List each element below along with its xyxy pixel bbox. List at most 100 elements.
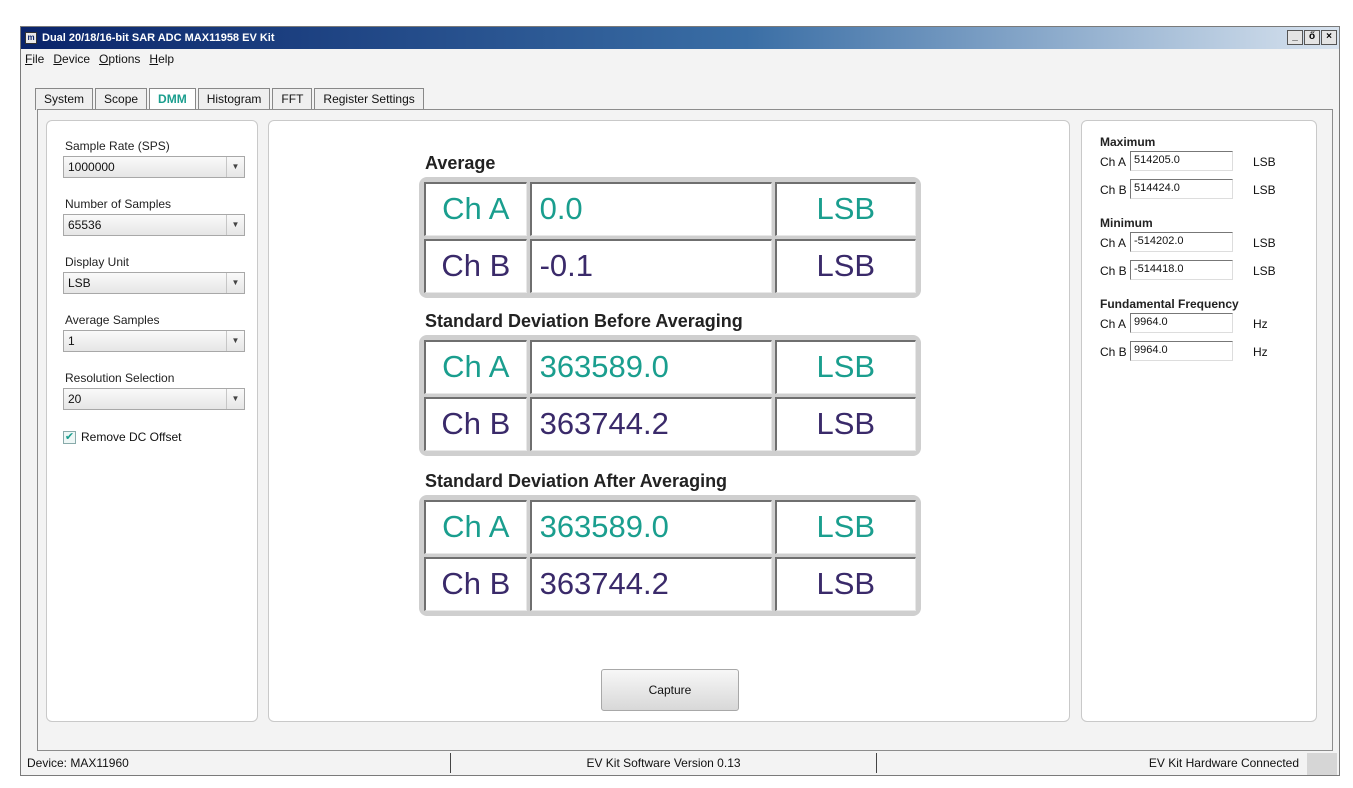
channel-label: Ch B	[1100, 345, 1127, 359]
window-controls: _ ő ×	[1287, 30, 1337, 45]
capture-button[interactable]: Capture	[601, 669, 739, 711]
app-window: m Dual 20/18/16-bit SAR ADC MAX11958 EV …	[20, 26, 1340, 776]
menu-file[interactable]: File	[25, 52, 44, 66]
status-version: EV Kit Software Version 0.13	[451, 753, 877, 773]
display-unit-select[interactable]: LSB ▼	[63, 272, 245, 294]
fundamental-value-chb[interactable]: 9964.0	[1130, 341, 1233, 361]
maximum-title: Maximum	[1100, 135, 1156, 149]
num-samples-value: 65536	[68, 218, 102, 232]
channel-label: Ch B	[424, 239, 527, 293]
average-row-chb: Ch B -0.1 LSB	[424, 239, 916, 293]
unit-label: LSB	[1253, 264, 1276, 278]
unit-label: LSB	[774, 500, 916, 554]
num-samples-label: Number of Samples	[65, 197, 172, 211]
num-samples-select[interactable]: 65536 ▼	[63, 214, 245, 236]
remove-dc-offset-checkbox[interactable]: ✔	[63, 430, 76, 444]
fundamental-row-cha: Ch A 9964.0 Hz	[1100, 313, 1310, 335]
minimum-title: Minimum	[1100, 216, 1153, 230]
minimum-row-cha: Ch A -514202.0 LSB	[1100, 232, 1310, 254]
std-before-row-chb: Ch B 363744.2 LSB	[424, 397, 916, 451]
channel-label: Ch A	[424, 500, 527, 554]
maximum-value-chb[interactable]: 514424.0	[1130, 179, 1233, 199]
unit-label: LSB	[1253, 155, 1276, 169]
tab-system[interactable]: System	[35, 88, 94, 110]
channel-label: Ch A	[1100, 236, 1127, 250]
resize-grip[interactable]	[1307, 753, 1337, 775]
average-value-chb: -0.1	[529, 239, 772, 293]
minimize-button[interactable]: _	[1287, 30, 1303, 45]
average-title: Average	[425, 153, 496, 173]
resolution-select[interactable]: 20 ▼	[63, 388, 245, 410]
remove-dc-offset-label: Remove DC Offset	[81, 430, 182, 444]
chevron-down-icon: ▼	[226, 215, 244, 235]
average-box: Ch A 0.0 LSB Ch B -0.1 LSB	[419, 177, 921, 298]
stats-panel: Maximum Ch A 514205.0 LSB Ch B 514424.0 …	[1081, 120, 1317, 722]
channel-label: Ch A	[424, 340, 527, 394]
channel-label: Ch B	[1100, 183, 1127, 197]
tab-register-settings[interactable]: Register Settings	[314, 88, 424, 110]
display-unit-label: Display Unit	[65, 255, 130, 269]
minimum-row-chb: Ch B -514418.0 LSB	[1100, 260, 1310, 282]
average-value-cha: 0.0	[529, 182, 772, 236]
average-samples-label: Average Samples	[65, 313, 160, 327]
unit-label: LSB	[774, 182, 916, 236]
tab-strip: System Scope DMM Histogram FFT Register …	[35, 88, 424, 111]
chevron-down-icon: ▼	[226, 389, 244, 409]
std-before-title: Standard Deviation Before Averaging	[425, 311, 743, 331]
app-logo-icon: m	[25, 32, 37, 44]
channel-label: Ch B	[1100, 264, 1127, 278]
channel-label: Ch B	[424, 557, 527, 611]
channel-label: Ch A	[1100, 317, 1127, 331]
channel-label: Ch A	[424, 182, 527, 236]
unit-label: LSB	[774, 340, 916, 394]
std-before-value-cha: 363589.0	[529, 340, 772, 394]
unit-label: Hz	[1253, 345, 1268, 359]
maximum-row-cha: Ch A 514205.0 LSB	[1100, 151, 1310, 173]
chevron-down-icon: ▼	[226, 157, 244, 177]
std-after-row-cha: Ch A 363589.0 LSB	[424, 500, 916, 554]
std-before-value-chb: 363744.2	[529, 397, 772, 451]
tab-dmm[interactable]: DMM	[149, 88, 196, 111]
menu-device[interactable]: Device	[53, 52, 90, 66]
status-device: Device: MAX11960	[21, 753, 451, 773]
fundamental-row-chb: Ch B 9964.0 Hz	[1100, 341, 1310, 363]
window-title: Dual 20/18/16-bit SAR ADC MAX11958 EV Ki…	[42, 32, 275, 44]
dmm-tab-pane: Sample Rate (SPS) 1000000 ▼ Number of Sa…	[37, 109, 1333, 751]
tab-scope[interactable]: Scope	[95, 88, 148, 110]
std-after-value-cha: 363589.0	[529, 500, 772, 554]
std-after-title: Standard Deviation After Averaging	[425, 471, 728, 491]
settings-panel: Sample Rate (SPS) 1000000 ▼ Number of Sa…	[46, 120, 258, 722]
title-bar: m Dual 20/18/16-bit SAR ADC MAX11958 EV …	[21, 27, 1339, 49]
tab-histogram[interactable]: Histogram	[197, 88, 271, 110]
minimum-value-chb[interactable]: -514418.0	[1130, 260, 1233, 280]
average-samples-value: 1	[68, 334, 75, 348]
menu-bar: File Device Options Help	[21, 49, 1339, 69]
average-samples-select[interactable]: 1 ▼	[63, 330, 245, 352]
display-unit-value: LSB	[68, 276, 91, 290]
maximum-value-cha[interactable]: 514205.0	[1130, 151, 1233, 171]
menu-options[interactable]: Options	[99, 52, 140, 66]
resolution-label: Resolution Selection	[65, 371, 175, 385]
unit-label: LSB	[774, 397, 916, 451]
std-before-box: Ch A 363589.0 LSB Ch B 363744.2 LSB	[419, 335, 921, 456]
fundamental-value-cha[interactable]: 9964.0	[1130, 313, 1233, 333]
chevron-down-icon: ▼	[226, 273, 244, 293]
std-after-box: Ch A 363589.0 LSB Ch B 363744.2 LSB	[419, 495, 921, 616]
sample-rate-select[interactable]: 1000000 ▼	[63, 156, 245, 178]
unit-label: LSB	[774, 557, 916, 611]
tab-fft[interactable]: FFT	[272, 88, 313, 110]
sample-rate-value: 1000000	[68, 160, 115, 174]
unit-label: LSB	[1253, 183, 1276, 197]
channel-label: Ch B	[424, 397, 527, 451]
close-button[interactable]: ×	[1321, 30, 1337, 45]
menu-help[interactable]: Help	[149, 52, 174, 66]
unit-label: LSB	[774, 239, 916, 293]
channel-label: Ch A	[1100, 155, 1127, 169]
remove-dc-offset-row[interactable]: ✔ Remove DC Offset	[63, 430, 181, 444]
minimum-value-cha[interactable]: -514202.0	[1130, 232, 1233, 252]
unit-label: Hz	[1253, 317, 1268, 331]
restore-button[interactable]: ő	[1304, 30, 1320, 45]
dmm-display-panel: Average Ch A 0.0 LSB Ch B -0.1 LSB Stand…	[268, 120, 1070, 722]
average-row-cha: Ch A 0.0 LSB	[424, 182, 916, 236]
std-before-row-cha: Ch A 363589.0 LSB	[424, 340, 916, 394]
